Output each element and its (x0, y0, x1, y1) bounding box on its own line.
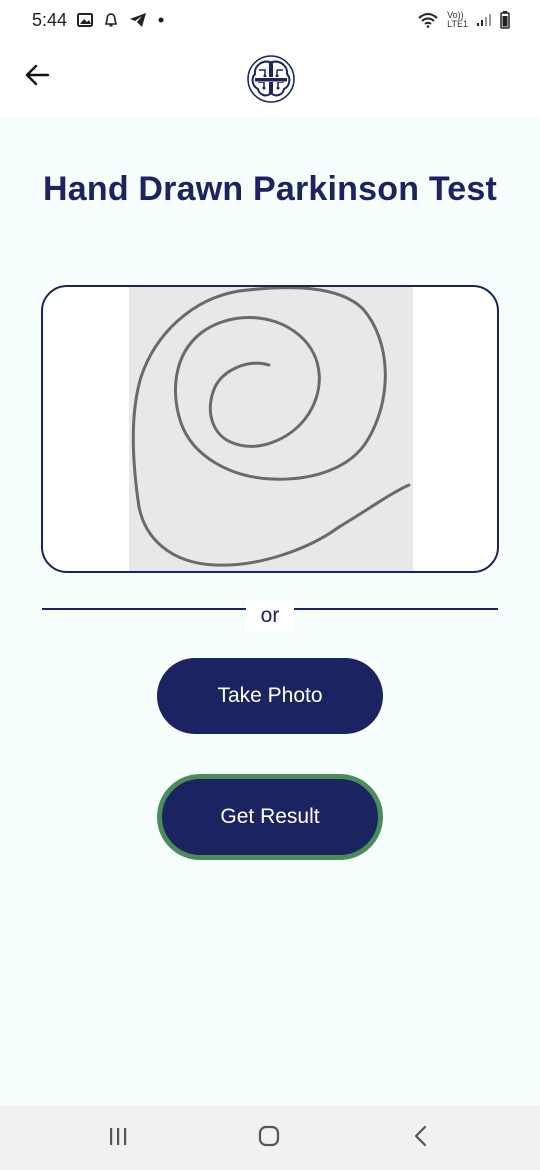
arrow-left-icon (24, 64, 50, 91)
wifi-icon (417, 12, 439, 28)
telegram-icon (129, 12, 147, 28)
nav-back-button[interactable] (405, 1122, 437, 1154)
system-nav-bar (0, 1106, 540, 1170)
divider-or-label: or (246, 600, 294, 632)
app-bar (0, 40, 540, 118)
take-photo-label: Take Photo (217, 684, 323, 707)
recents-button[interactable] (102, 1122, 134, 1154)
gallery-icon (77, 12, 94, 28)
divider-right (294, 608, 498, 610)
divider-left (42, 608, 246, 610)
battery-icon (500, 11, 510, 29)
get-result-button[interactable]: Get Result (157, 774, 383, 860)
lte-bottom-label: LTE1 (447, 19, 468, 29)
page-title: Hand Drawn Parkinson Test (42, 170, 498, 208)
get-result-label: Get Result (220, 805, 320, 828)
brain-logo-icon (246, 54, 296, 104)
signal-icon (476, 13, 492, 27)
bell-icon (103, 12, 119, 28)
nav-back-icon (411, 1124, 431, 1153)
back-button[interactable] (20, 60, 54, 94)
spiral-drawing-image (129, 287, 413, 571)
status-time: 5:44 (32, 9, 68, 30)
lte-indicator: Vo)) LTE1 (447, 11, 468, 29)
home-icon (257, 1124, 281, 1153)
recents-icon (107, 1126, 129, 1151)
home-button[interactable] (253, 1122, 285, 1154)
status-right: Vo)) LTE1 (417, 11, 510, 29)
image-preview-card (41, 285, 499, 573)
take-photo-button[interactable]: Take Photo (157, 658, 383, 734)
status-left: 5:44 (32, 10, 165, 31)
status-bar: 5:44 Vo)) LTE1 (0, 0, 540, 40)
dot-icon (157, 16, 165, 24)
